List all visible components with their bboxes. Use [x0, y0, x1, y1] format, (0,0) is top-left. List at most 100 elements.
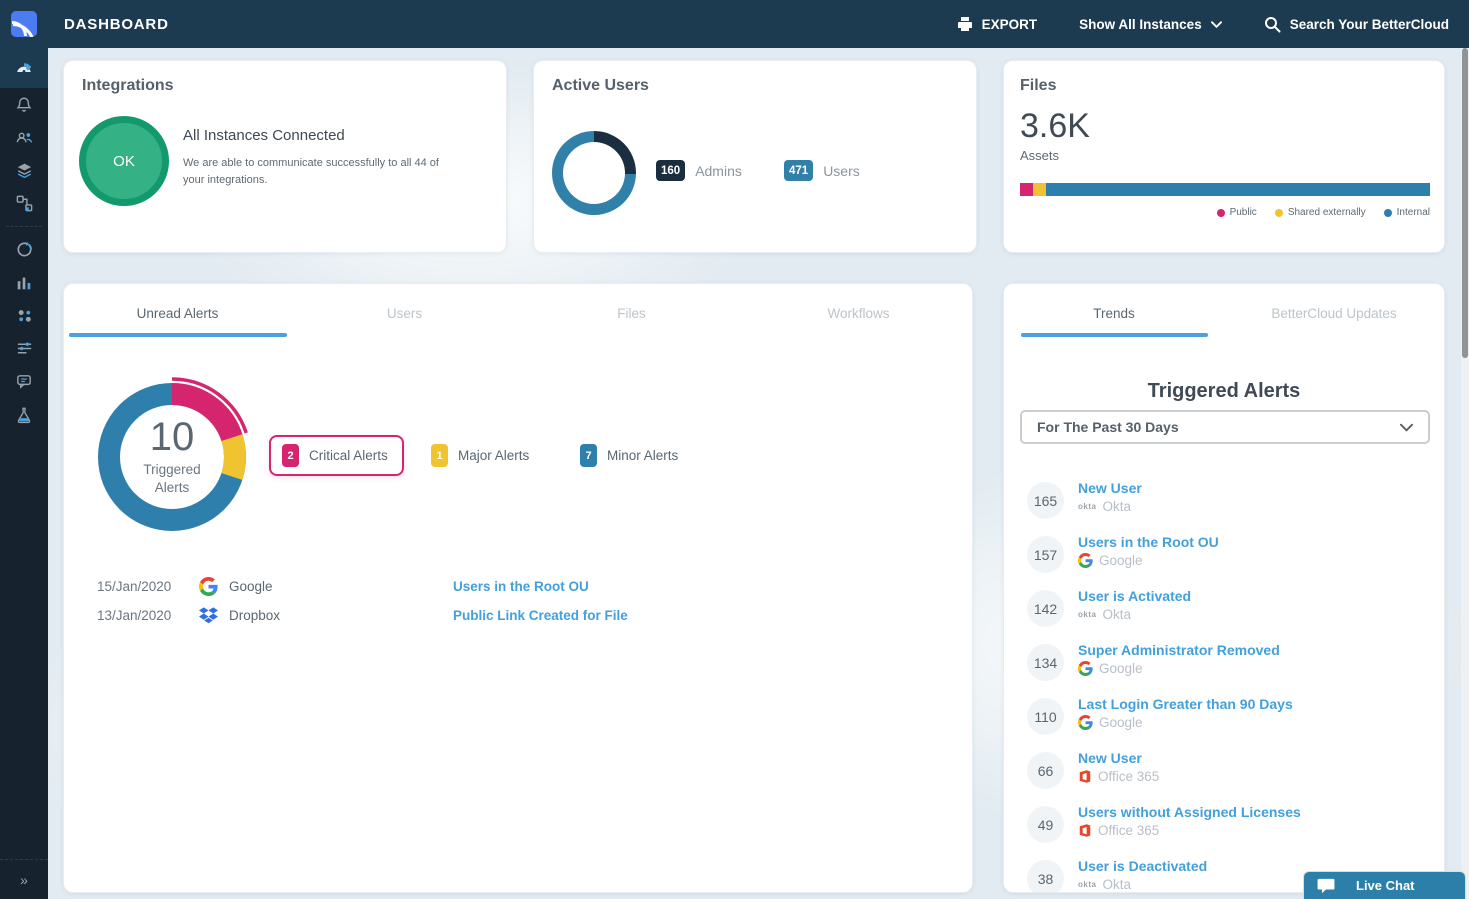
instances-dropdown[interactable]: Show All Instances — [1079, 17, 1222, 32]
major-alerts-label: Major Alerts — [458, 448, 529, 463]
nav-dashboard[interactable] — [0, 48, 48, 88]
integrations-status-text: OK — [113, 153, 135, 170]
internal-dot-icon — [1384, 209, 1392, 217]
legend-shared-externally: Shared externally — [1275, 207, 1366, 218]
integrations-headline: All Instances Connected — [183, 127, 345, 144]
chat-bubble-icon — [1304, 878, 1348, 894]
trends-panel-tabs: Trends BetterCloud Updates — [1004, 284, 1444, 342]
nav-sync[interactable] — [0, 233, 48, 266]
trend-item: 110Last Login Greater than 90 DaysGoogle — [1027, 696, 1423, 736]
trend-count-badge: 49 — [1027, 806, 1064, 843]
trends-heading: Triggered Alerts — [1004, 380, 1444, 403]
chevron-down-icon — [1211, 19, 1222, 30]
nav-alerts[interactable] — [0, 88, 48, 121]
active-users-card-title: Active Users — [552, 77, 958, 95]
top-bar: DASHBOARD EXPORT Show All Instances Sear… — [0, 0, 1469, 48]
minor-alerts-label: Minor Alerts — [607, 448, 678, 463]
users-count-badge: 471 — [784, 160, 813, 181]
trend-provider-label: Office 365 — [1098, 769, 1159, 784]
integrations-status-circle: OK — [79, 116, 169, 206]
scrollbar-thumb[interactable] — [1462, 48, 1468, 358]
minor-alerts-chip[interactable]: 7 Minor Alerts — [580, 444, 678, 467]
export-button[interactable]: EXPORT — [957, 16, 1038, 32]
trend-title-link[interactable]: User is Deactivated — [1078, 858, 1207, 874]
legend-public: Public — [1217, 207, 1257, 218]
alert-row-google[interactable]: 15/Jan/2020 Google Users in the Root OU — [64, 572, 972, 601]
global-search[interactable]: Search Your BetterCloud — [1264, 16, 1449, 33]
okta-icon: okta — [1078, 502, 1096, 511]
nav-expand-button[interactable]: » — [0, 859, 48, 899]
critical-count-badge: 2 — [282, 444, 299, 467]
alert-provider: Google — [229, 579, 273, 594]
triggered-alerts-donut-chart[interactable]: 10 Triggered Alerts — [89, 374, 255, 540]
tab-users[interactable]: Users — [291, 284, 518, 342]
tab-unread-alerts[interactable]: Unread Alerts — [64, 284, 291, 342]
chevron-down-icon — [1400, 421, 1413, 434]
major-alerts-chip[interactable]: 1 Major Alerts — [431, 444, 529, 467]
google-icon — [1078, 661, 1093, 676]
tab-bettercloud-updates-label: BetterCloud Updates — [1271, 306, 1396, 321]
active-tab-underline — [1021, 333, 1208, 337]
trend-title-link[interactable]: Super Administrator Removed — [1078, 642, 1280, 658]
users-label: Users — [823, 163, 860, 179]
trend-provider-label: Google — [1099, 553, 1143, 568]
alert-date: 13/Jan/2020 — [97, 608, 171, 623]
live-chat-label: Live Chat — [1356, 878, 1415, 893]
bettercloud-logo[interactable] — [0, 0, 48, 48]
tab-bettercloud-updates[interactable]: BetterCloud Updates — [1224, 284, 1444, 342]
critical-alerts-chip[interactable]: 2 Critical Alerts — [269, 435, 404, 476]
trend-title-link[interactable]: User is Activated — [1078, 588, 1191, 604]
trend-title-link[interactable]: Last Login Greater than 90 Days — [1078, 696, 1293, 712]
dots-grid-icon — [15, 306, 34, 325]
alert-link[interactable]: Public Link Created for File — [453, 608, 628, 623]
nav-filters[interactable] — [0, 332, 48, 365]
date-range-value: For The Past 30 Days — [1037, 419, 1179, 435]
instances-label: Show All Instances — [1079, 17, 1202, 32]
trend-item: 134Super Administrator RemovedGoogle — [1027, 642, 1423, 682]
trend-provider-label: Office 365 — [1098, 823, 1159, 838]
bar-segment-shared-externally — [1033, 183, 1046, 196]
trend-provider-label: Okta — [1102, 607, 1131, 622]
active-tab-underline — [69, 333, 287, 337]
tab-workflows[interactable]: Workflows — [745, 284, 972, 342]
okta-icon: okta — [1078, 880, 1096, 889]
nav-directory[interactable] — [0, 121, 48, 154]
nav-support-chat[interactable] — [0, 365, 48, 398]
legend-internal-label: Internal — [1397, 207, 1430, 218]
shared-externally-dot-icon — [1275, 209, 1283, 217]
okta-icon: okta — [1078, 610, 1096, 619]
tab-files[interactable]: Files — [518, 284, 745, 342]
nav-reports[interactable] — [0, 266, 48, 299]
trend-count-badge: 165 — [1027, 482, 1064, 519]
sliders-icon — [15, 339, 34, 358]
integrations-card-title: Integrations — [82, 77, 488, 95]
tab-files-label: Files — [617, 306, 646, 321]
trend-provider-label: Okta — [1102, 499, 1131, 514]
tab-trends[interactable]: Trends — [1004, 284, 1224, 342]
alert-link[interactable]: Users in the Root OU — [453, 579, 589, 594]
page-scrollbar[interactable] — [1461, 48, 1469, 899]
bar-segment-public — [1020, 183, 1033, 196]
files-legend: Public Shared externally Internal — [1217, 207, 1430, 218]
alert-row-dropbox[interactable]: 13/Jan/2020 Dropbox Public Link Created … — [64, 601, 972, 630]
nav-integrations[interactable] — [0, 154, 48, 187]
nav-labs[interactable] — [0, 398, 48, 431]
donut-label-line1: Triggered — [143, 461, 200, 479]
live-chat-button[interactable]: Live Chat — [1303, 871, 1466, 899]
left-nav: » — [0, 48, 48, 899]
trend-title-link[interactable]: Users in the Root OU — [1078, 534, 1219, 550]
trend-item: 66New UserOffice 365 — [1027, 750, 1423, 790]
trend-title-link[interactable]: Users without Assigned Licenses — [1078, 804, 1301, 820]
workflow-icon — [15, 194, 34, 213]
office365-icon — [1078, 769, 1092, 784]
trend-title-link[interactable]: New User — [1078, 750, 1159, 766]
integrations-description: We are able to communicate successfully … — [183, 155, 463, 189]
bar-chart-icon — [15, 274, 33, 292]
date-range-select[interactable]: For The Past 30 Days — [1020, 410, 1430, 444]
nav-apps[interactable] — [0, 299, 48, 332]
layers-icon — [15, 161, 34, 180]
trend-count-badge: 157 — [1027, 536, 1064, 573]
export-label: EXPORT — [982, 17, 1038, 32]
trend-title-link[interactable]: New User — [1078, 480, 1142, 496]
nav-workflows[interactable] — [0, 187, 48, 220]
